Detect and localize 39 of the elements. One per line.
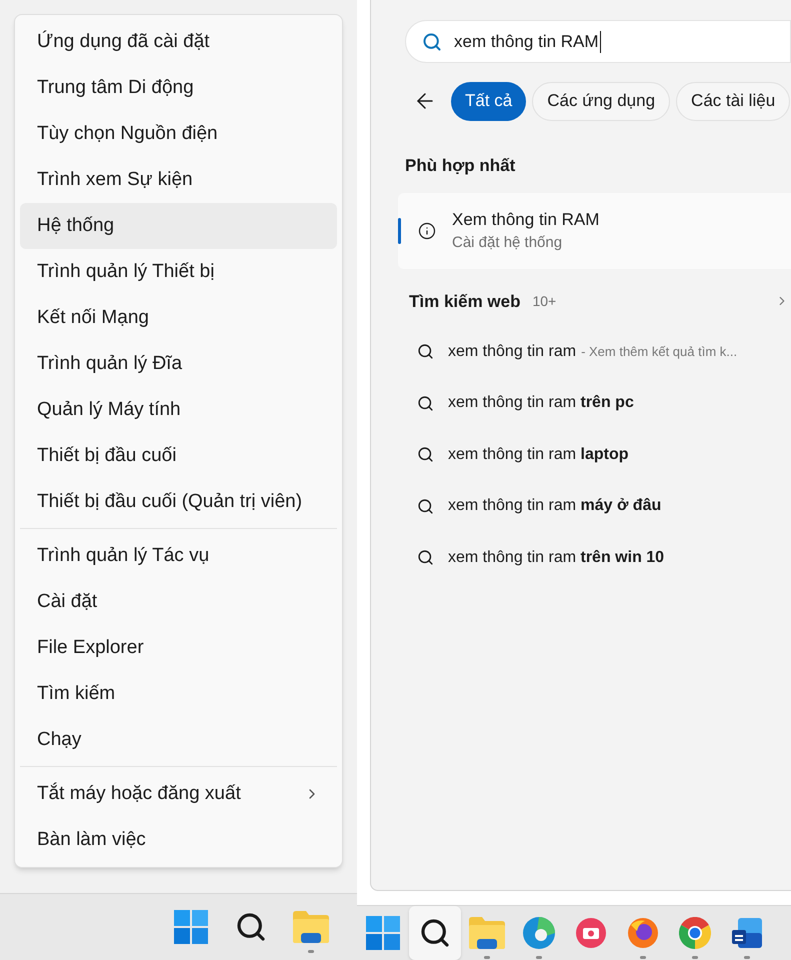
suggestion-text: xem thông tin ram laptop	[448, 444, 628, 465]
suggestion-text: xem thông tin ram máy ở đâu	[448, 496, 662, 516]
best-match-result[interactable]: Xem thông tin RAM Cài đặt hệ thống	[398, 192, 791, 268]
section-heading: Phù hợp nhất	[405, 155, 516, 177]
menu-item[interactable]: File Explorer	[20, 625, 337, 671]
web-suggestion[interactable]: xem thông tin ram trên pc	[405, 378, 791, 429]
menu-item[interactable]: Trình quản lý Tác vụ	[20, 533, 337, 579]
menu-item[interactable]: Tắt máy hoặc đăng xuất	[20, 771, 337, 817]
search-field[interactable]: xem thông tin RAM	[405, 20, 791, 63]
menu-item[interactable]: Quản lý Máy tính	[20, 387, 337, 433]
result-subtitle: Cài đặt hệ thống	[452, 233, 564, 253]
suggestion-hint: - Xem thêm kết quả tìm k...	[581, 343, 738, 361]
menu-item[interactable]: Thiết bị đầu cuối (Quản trị viên)	[20, 479, 337, 525]
menu-item[interactable]: Trung tâm Di động	[20, 65, 337, 111]
menu-item[interactable]: Thiết bị đầu cuối	[20, 433, 337, 479]
menu-item[interactable]: Kết nối Mạng	[20, 295, 337, 341]
web-suggestion[interactable]: xem thông tin ram laptop	[405, 429, 791, 480]
menu-item[interactable]: Trình quản lý Thiết bị	[20, 249, 337, 295]
menu-item[interactable]: Tùy chọn Nguồn điện	[20, 111, 337, 157]
menu-item[interactable]: Trình xem Sự kiện	[20, 157, 337, 203]
web-suggestion[interactable]: xem thông tin ram - Xem thêm kết quả tìm k...	[405, 326, 791, 378]
suggestion-text: xem thông tin ram trên pc	[448, 393, 634, 414]
web-suggestion[interactable]: xem thông tin ram máy ở đâu	[405, 480, 791, 532]
filter-tab[interactable]: Các tài liệu	[676, 82, 790, 120]
menu-item[interactable]: Chạy	[20, 717, 337, 763]
section-heading: Tìm kiếm web	[409, 290, 520, 312]
filter-tab[interactable]: Tất cả	[451, 82, 526, 120]
web-suggestion[interactable]: xem thông tin ram trên win 10	[405, 532, 791, 584]
suggestion-text: xem thông tin ram	[448, 342, 576, 362]
menu-item[interactable]: Trình quản lý Đĩa	[20, 341, 337, 387]
menu-item[interactable]: Tìm kiếm	[20, 671, 337, 717]
filter-tab[interactable]: Các ứng dụng	[532, 82, 670, 120]
result-count: 10+	[532, 292, 556, 311]
menu-item[interactable]: Cài đặt	[20, 579, 337, 625]
result-title: Xem thông tin RAM	[452, 208, 600, 230]
suggestion-text: xem thông tin ram trên win 10	[448, 548, 664, 568]
menu-item[interactable]: Bàn làm việc	[20, 817, 337, 863]
menu-item[interactable]: Ứng dụng đã cài đặt	[20, 19, 337, 65]
menu-item[interactable]: Hệ thống	[20, 203, 337, 249]
